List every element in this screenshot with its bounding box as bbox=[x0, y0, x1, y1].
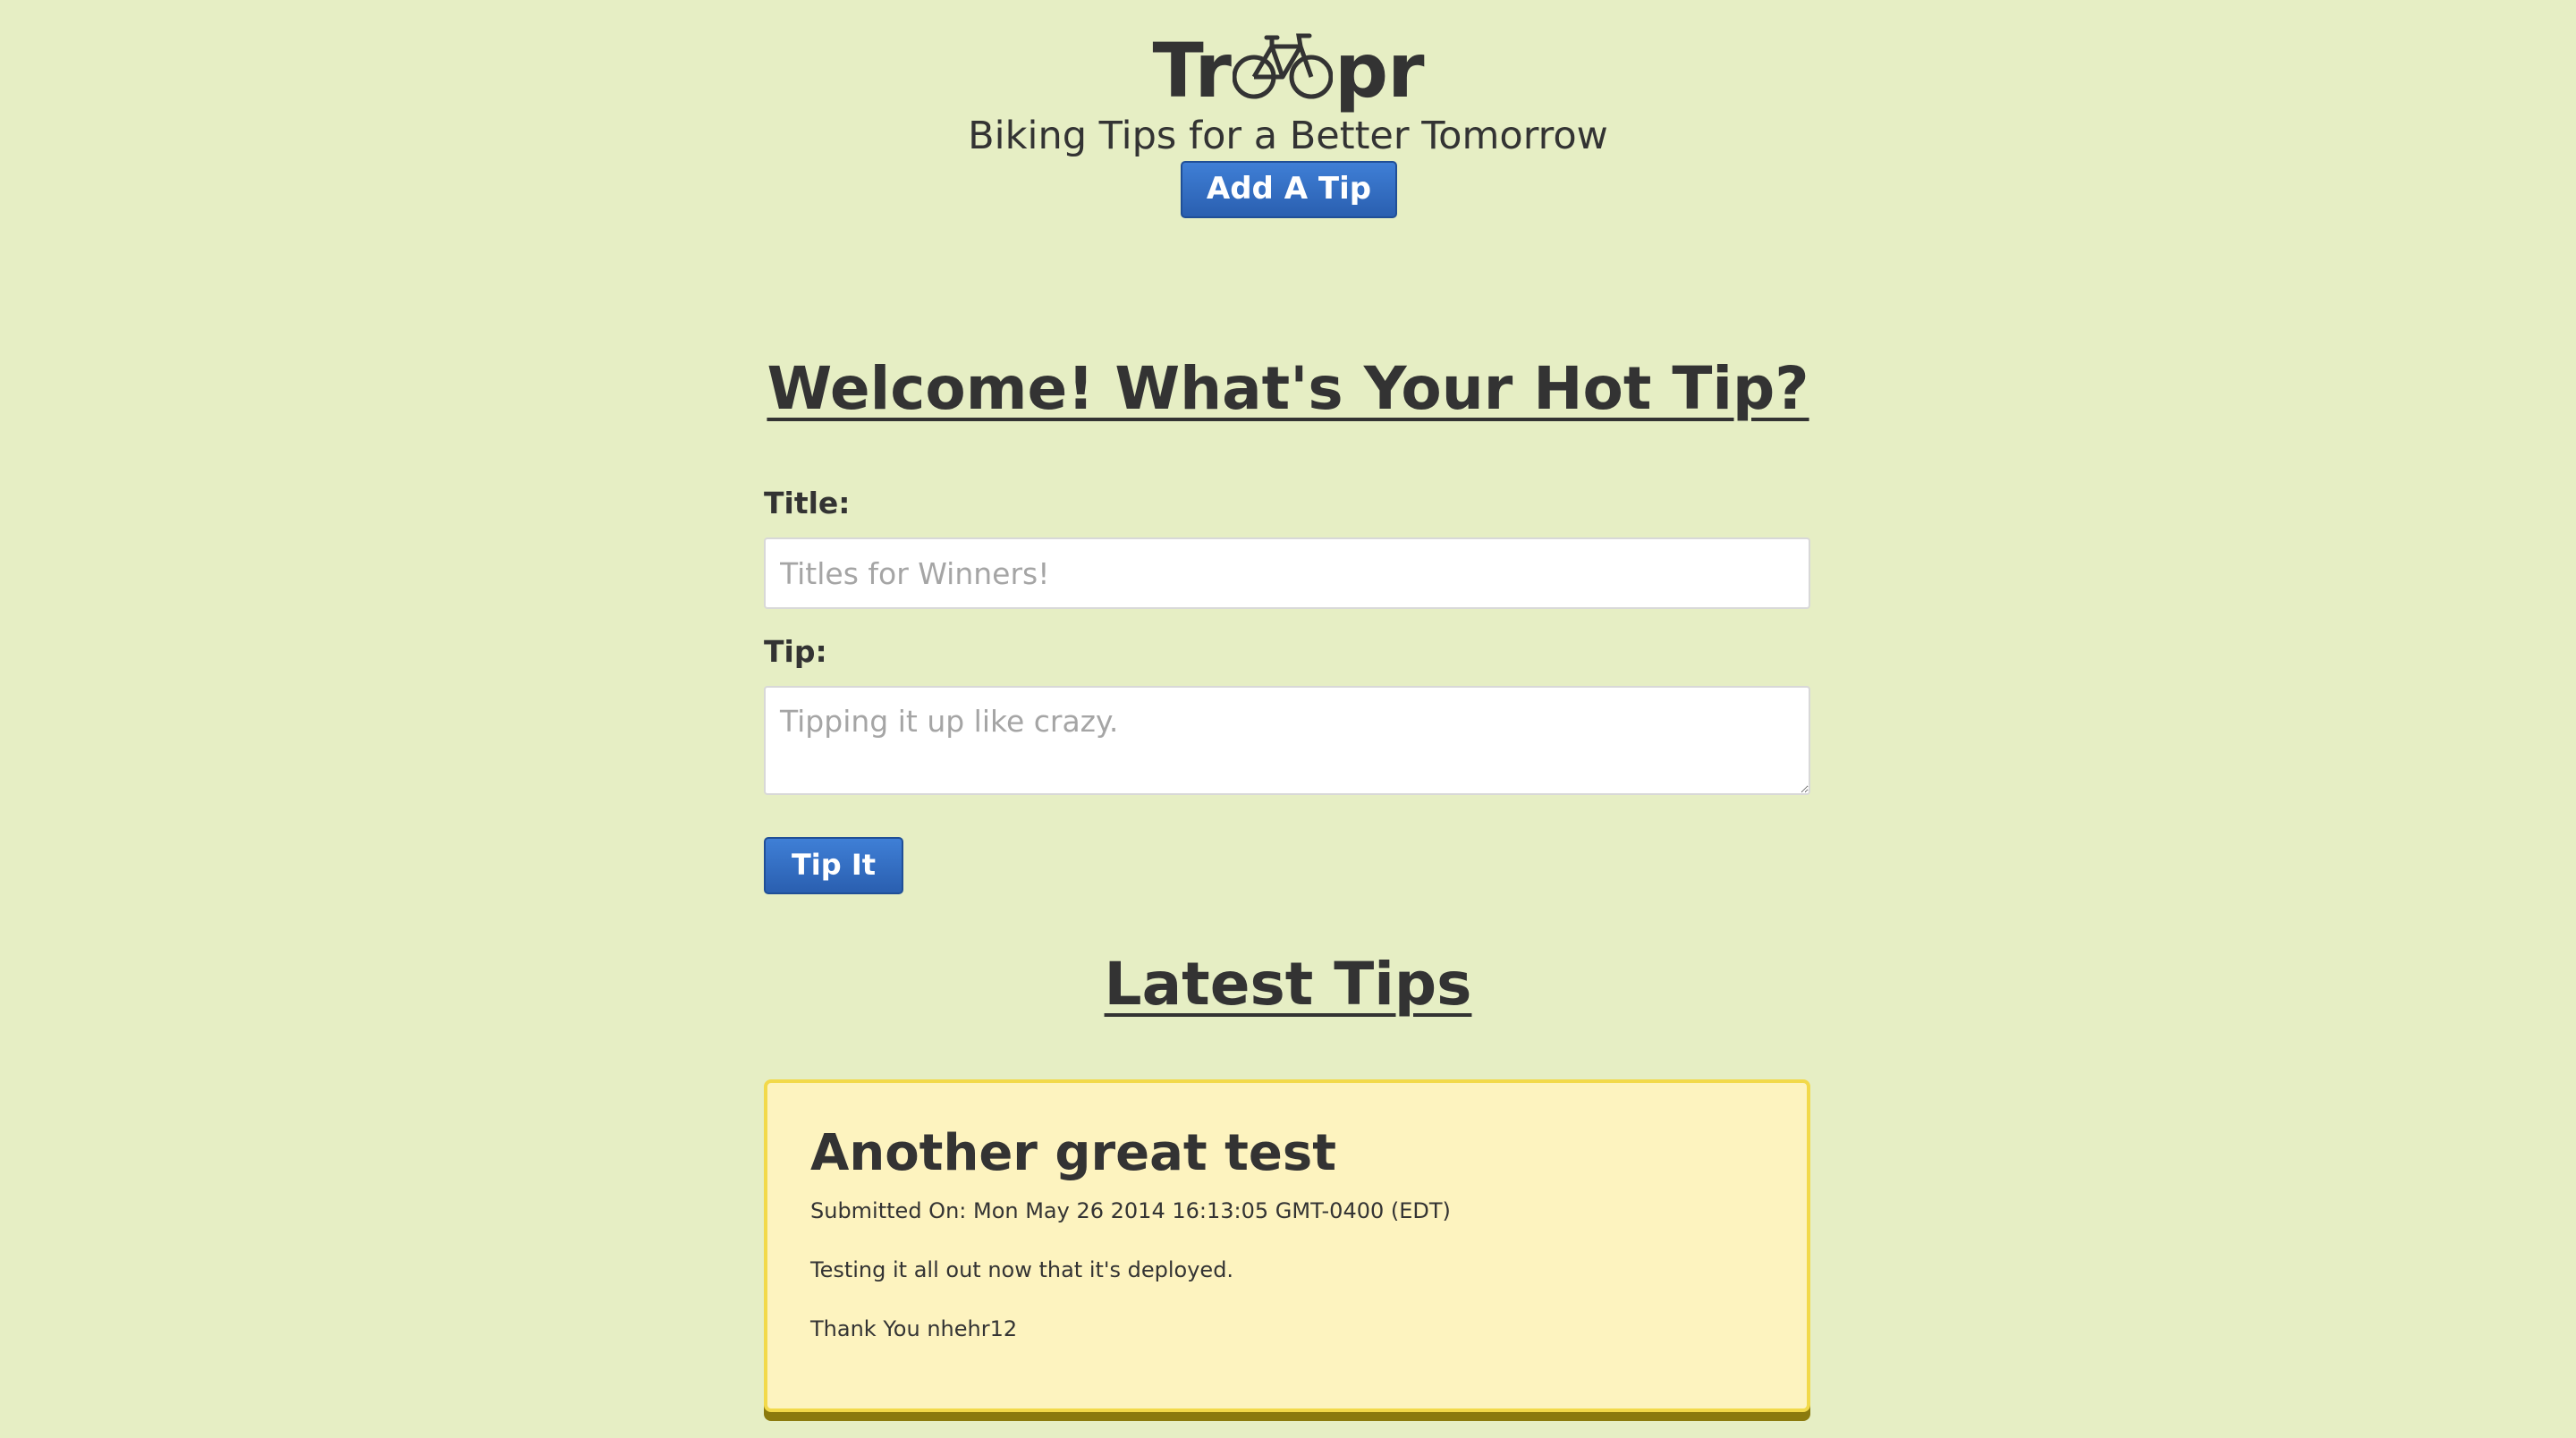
tip-label: Tip: bbox=[764, 634, 827, 669]
add-tip-button[interactable]: Add A Tip bbox=[1181, 161, 1397, 218]
title-input[interactable] bbox=[764, 537, 1810, 609]
logo-text-suffix: pr bbox=[1334, 27, 1425, 114]
form-heading: Welcome! What's Your Hot Tip? bbox=[767, 354, 1809, 423]
tip-form: Title: Tip: bbox=[764, 478, 1810, 795]
tip-signature: Thank You nhehr12 bbox=[810, 1316, 1018, 1341]
tip-card: Another great test Submitted On: Mon May… bbox=[764, 1079, 1810, 1412]
tip-it-button[interactable]: Tip It bbox=[764, 837, 903, 894]
site-logo[interactable]: Tr pr bbox=[0, 21, 2576, 120]
tip-title: Another great test bbox=[810, 1124, 1336, 1182]
site-tagline: Biking Tips for a Better Tomorrow bbox=[968, 114, 1608, 158]
tip-textarea[interactable] bbox=[764, 686, 1810, 795]
latest-tips-heading: Latest Tips bbox=[1104, 950, 1472, 1019]
tip-submitted-date: Submitted On: Mon May 26 2014 16:13:05 G… bbox=[810, 1198, 1451, 1223]
logo-text-prefix: Tr bbox=[1152, 27, 1231, 114]
bicycle-icon bbox=[1232, 33, 1333, 99]
title-label: Title: bbox=[764, 486, 851, 520]
tip-body: Testing it all out now that it's deploye… bbox=[810, 1257, 1234, 1282]
